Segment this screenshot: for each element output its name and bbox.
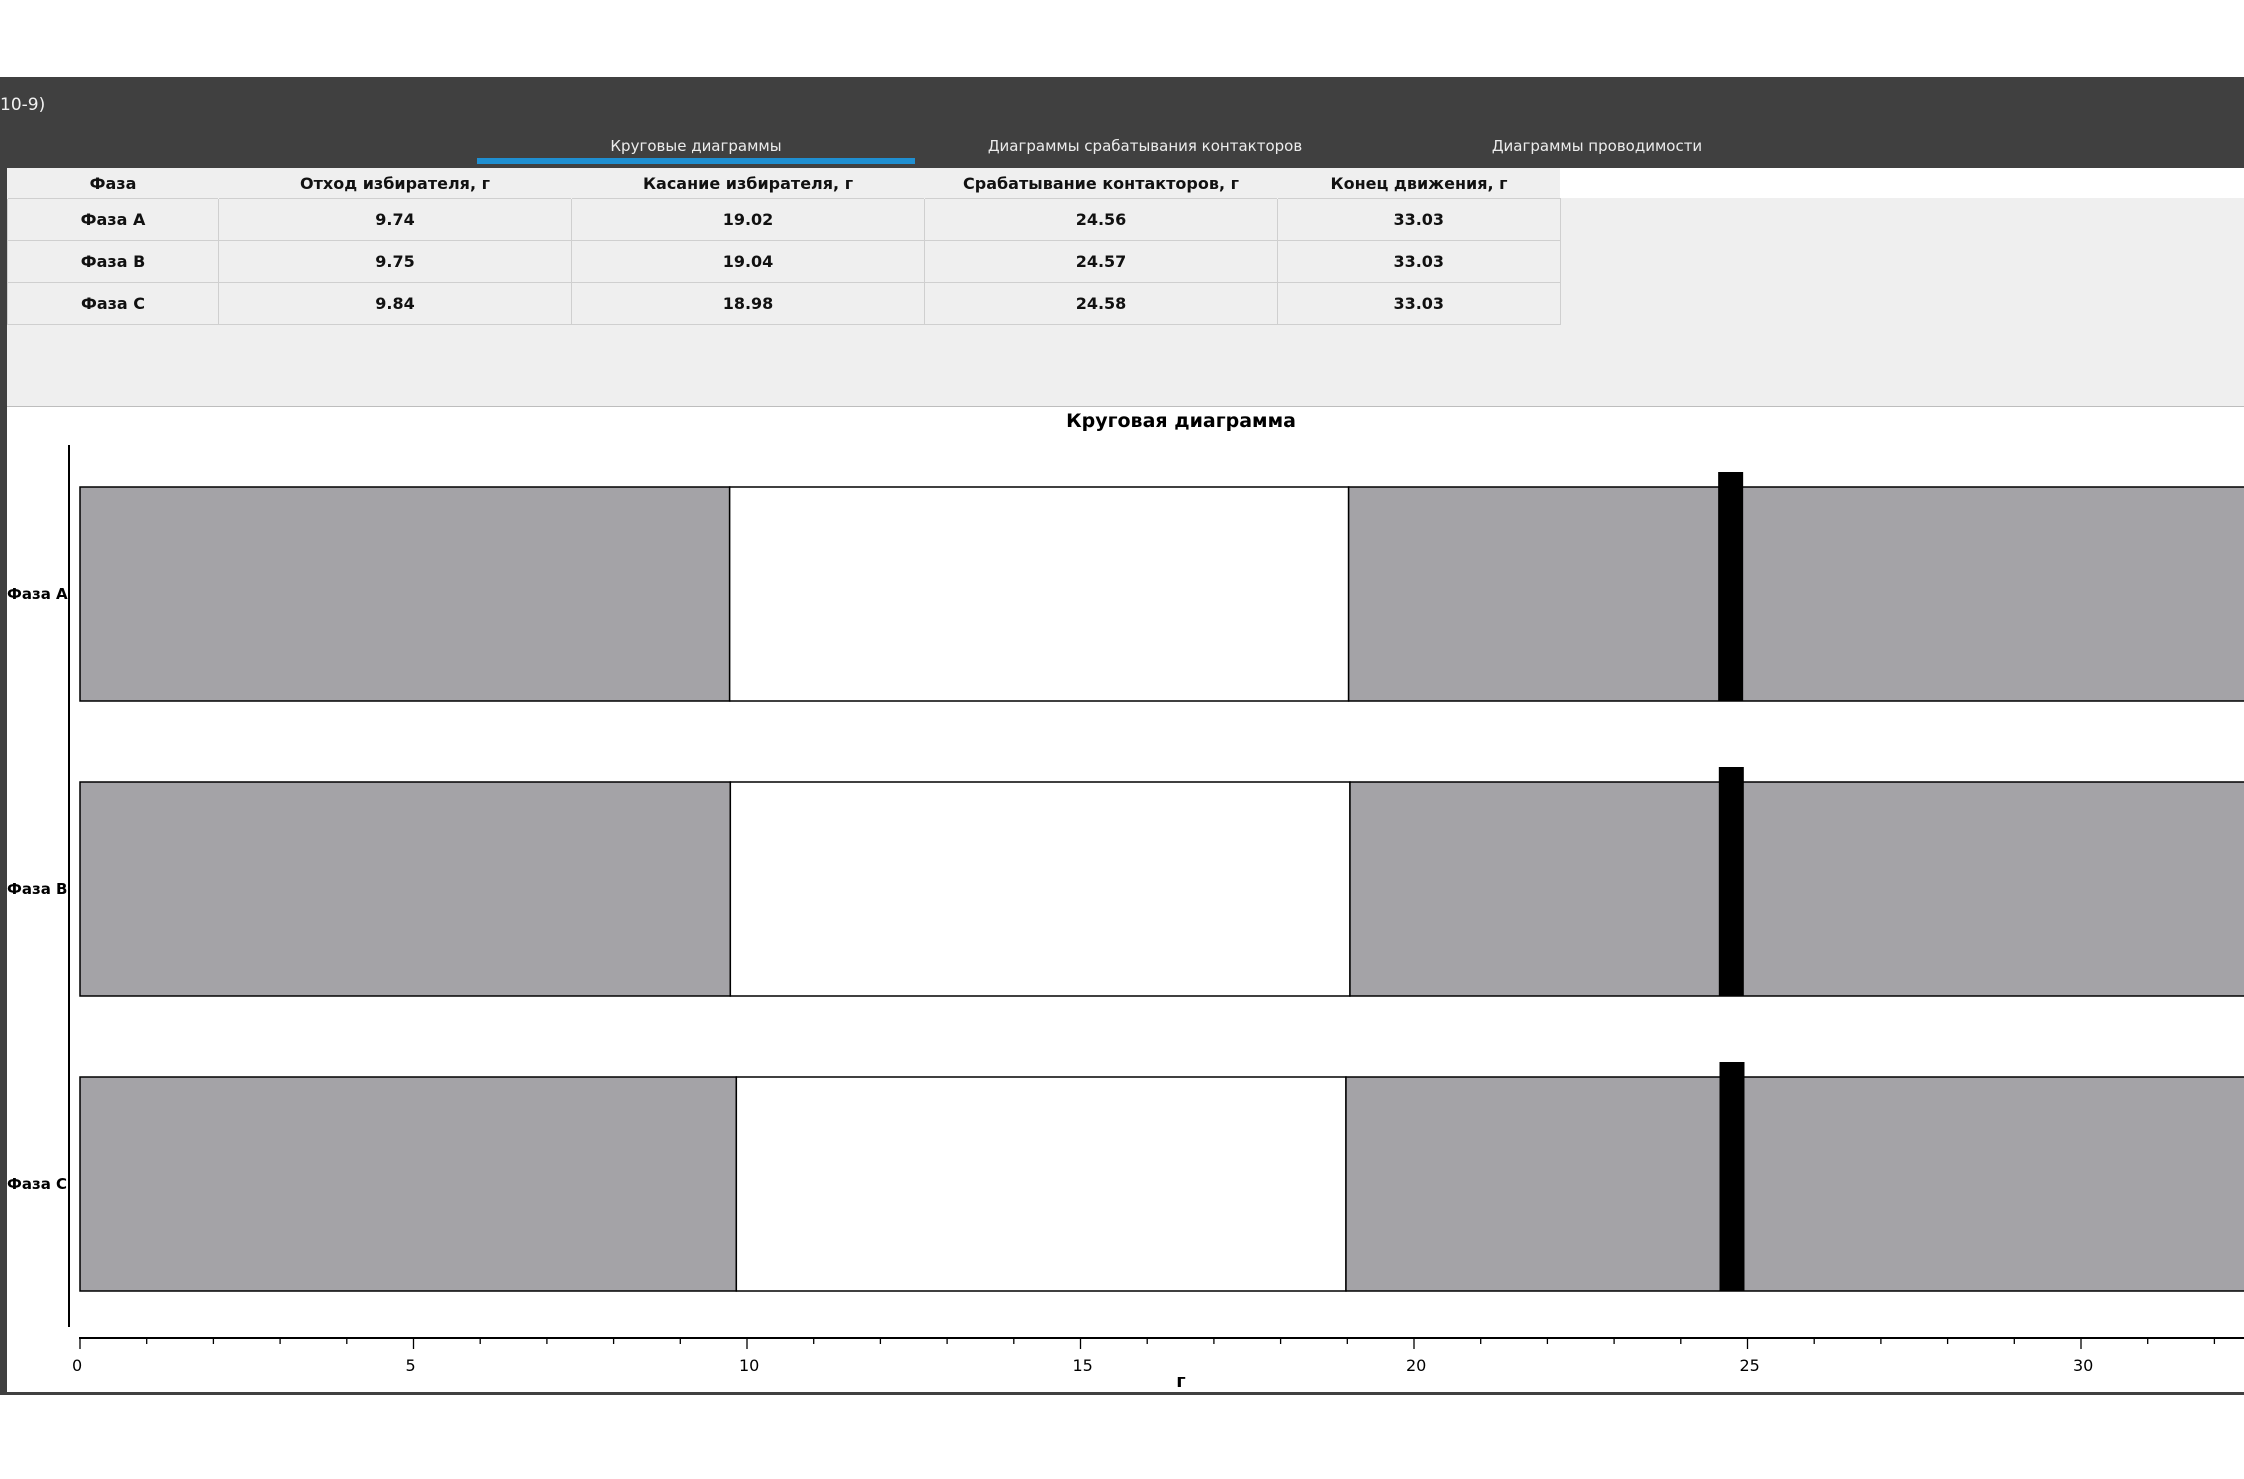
bar-segment-release <box>79 1076 738 1292</box>
x-axis-label: г <box>1176 1371 1185 1392</box>
table-cell: 19.02 <box>571 198 925 241</box>
table-cell: 9.84 <box>218 282 572 325</box>
contactor-marker <box>1719 1062 1745 1291</box>
table-header-row: Фаза Отход избирателя, г Касание избират… <box>7 168 1560 199</box>
circular-diagram-chart: Круговая диаграмма Фаза A Фаза B Фаза C 0 5… <box>7 410 2244 1392</box>
tab-conductivity-diagrams[interactable]: Диаграммы проводимости <box>1440 134 1754 164</box>
y-tick-label: Фаза B <box>7 880 68 898</box>
results-table: Фаза Отход избирателя, г Касание избират… <box>7 168 1561 325</box>
table-row[interactable]: Фаза C 9.84 18.98 24.58 33.03 <box>7 282 1561 325</box>
bar-segment-travel <box>728 486 1350 702</box>
bar-segment-travel <box>729 781 1351 997</box>
bar-segment-travel <box>735 1076 1347 1292</box>
active-tab-indicator <box>477 158 915 164</box>
table-cell: Фаза C <box>7 282 219 325</box>
bar-segment-contact <box>1349 781 2244 997</box>
tab-circular-diagrams[interactable]: Круговые диаграммы <box>477 134 915 164</box>
column-header: Фаза <box>7 168 219 199</box>
x-ticks-layer: 0 5 10 15 20 25 30 <box>72 1338 2216 1375</box>
column-header: Касание избирателя, г <box>571 168 925 199</box>
y-ticks-layer: Фаза A Фаза B Фаза C <box>7 585 68 1193</box>
y-tick-label: Фаза C <box>7 1175 67 1193</box>
table-cell: 24.56 <box>924 198 1278 241</box>
table-cell: 24.57 <box>924 240 1278 283</box>
x-tick-label: 30 <box>2073 1356 2093 1375</box>
table-row[interactable]: Фаза A 9.74 19.02 24.56 33.03 <box>7 198 1561 241</box>
results-table-panel: Фаза Отход избирателя, г Касание избират… <box>7 168 2244 407</box>
table-cell: 33.03 <box>1277 282 1561 325</box>
x-tick-label: 10 <box>739 1356 759 1375</box>
x-tick-label: 0 <box>72 1356 82 1375</box>
table-cell: Фаза B <box>7 240 219 283</box>
bar-segment-contact <box>1347 486 2244 702</box>
x-tick-label: 25 <box>1740 1356 1760 1375</box>
chart-title: Круговая диаграмма <box>1066 410 1296 432</box>
tab-label: Круговые диаграммы <box>610 137 782 155</box>
screen-root: 10-9) Круговые диаграммы Диаграммы сраба… <box>0 0 2244 1479</box>
bar-segment-contact <box>1345 1076 2244 1292</box>
table-row[interactable]: Фаза B 9.75 19.04 24.57 33.03 <box>7 240 1561 283</box>
y-tick-label: Фаза A <box>7 585 68 603</box>
contactor-marker <box>1718 472 1744 701</box>
tab-label: Диаграммы срабатывания контакторов <box>987 137 1303 155</box>
column-header: Отход избирателя, г <box>218 168 572 199</box>
x-tick-label: 20 <box>1406 1356 1426 1375</box>
contactor-marker <box>1718 767 1744 996</box>
table-cell: 33.03 <box>1277 240 1561 283</box>
table-cell: 24.58 <box>924 282 1278 325</box>
bar-segment-release <box>79 781 732 997</box>
window-title: 10-9) <box>0 95 46 115</box>
table-cell: 33.03 <box>1277 198 1561 241</box>
tab-contactor-diagrams[interactable]: Диаграммы срабатывания контакторов <box>935 134 1355 164</box>
table-cell: 9.75 <box>218 240 572 283</box>
bars-layer <box>79 472 2244 1292</box>
table-cell: 9.74 <box>218 198 572 241</box>
bar-segment-release <box>79 486 731 702</box>
table-cell: Фаза A <box>7 198 219 241</box>
x-tick-label: 5 <box>406 1356 416 1375</box>
column-header: Срабатывание контакторов, г <box>924 168 1278 199</box>
tab-label: Диаграммы проводимости <box>1491 137 1703 155</box>
table-cell: 18.98 <box>571 282 925 325</box>
table-header-filler <box>1558 168 2244 198</box>
column-header: Конец движения, г <box>1277 168 1560 199</box>
table-cell: 19.04 <box>571 240 925 283</box>
x-tick-label: 15 <box>1073 1356 1093 1375</box>
